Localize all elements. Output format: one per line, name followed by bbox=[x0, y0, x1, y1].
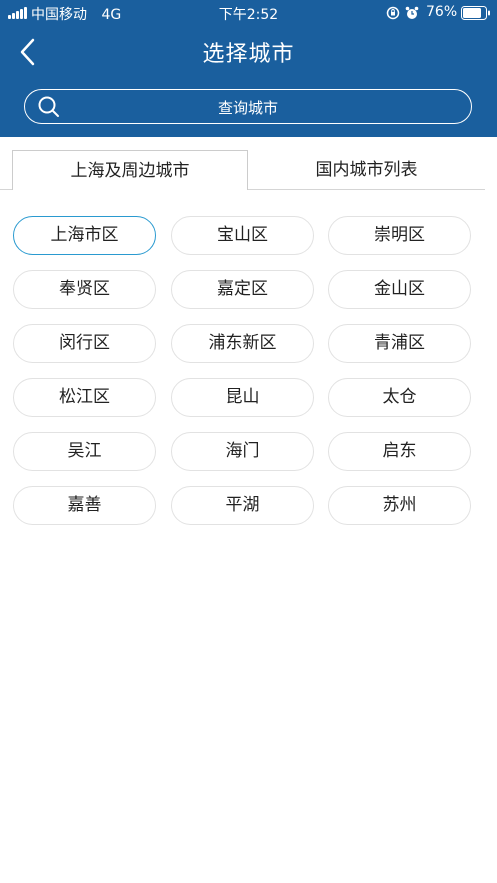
page-title: 选择城市 bbox=[202, 42, 295, 67]
city-button[interactable]: 昆山 bbox=[171, 378, 314, 417]
city-button[interactable]: 青浦区 bbox=[328, 324, 471, 363]
city-button[interactable]: 启东 bbox=[328, 432, 471, 471]
header: 中国移动 4G 下午2:52 76% 选择城市 查询城市 bbox=[0, 0, 497, 137]
status-time: 下午2:52 bbox=[218, 7, 279, 23]
city-button[interactable]: 松江区 bbox=[13, 378, 156, 417]
city-button[interactable]: 嘉定区 bbox=[171, 270, 314, 309]
city-button[interactable]: 太仓 bbox=[328, 378, 471, 417]
search-placeholder: 查询城市 bbox=[217, 99, 278, 117]
city-button[interactable]: 上海市区 bbox=[13, 216, 156, 255]
city-button[interactable]: 宝山区 bbox=[171, 216, 314, 255]
city-button[interactable]: 平湖 bbox=[171, 486, 314, 525]
city-button[interactable]: 闵行区 bbox=[13, 324, 156, 363]
tab-domestic-cities[interactable]: 国内城市列表 bbox=[248, 150, 485, 190]
city-button[interactable]: 浦东新区 bbox=[171, 324, 314, 363]
city-button[interactable]: 苏州 bbox=[328, 486, 471, 525]
city-button[interactable]: 海门 bbox=[171, 432, 314, 471]
alarm-icon bbox=[405, 6, 419, 19]
city-button[interactable]: 崇明区 bbox=[328, 216, 471, 255]
city-button[interactable]: 吴江 bbox=[13, 432, 156, 471]
battery-icon bbox=[461, 6, 490, 20]
city-button[interactable]: 嘉善 bbox=[13, 486, 156, 525]
search-input[interactable]: 查询城市 bbox=[24, 89, 472, 124]
city-button[interactable]: 奉贤区 bbox=[13, 270, 156, 309]
orientation-lock-icon bbox=[386, 6, 400, 20]
tab-shanghai-nearby[interactable]: 上海及周边城市 bbox=[12, 150, 248, 190]
city-button[interactable]: 金山区 bbox=[328, 270, 471, 309]
status-bar: 中国移动 4G 下午2:52 76% bbox=[0, 0, 497, 26]
battery-percentage: 76% bbox=[426, 4, 458, 20]
